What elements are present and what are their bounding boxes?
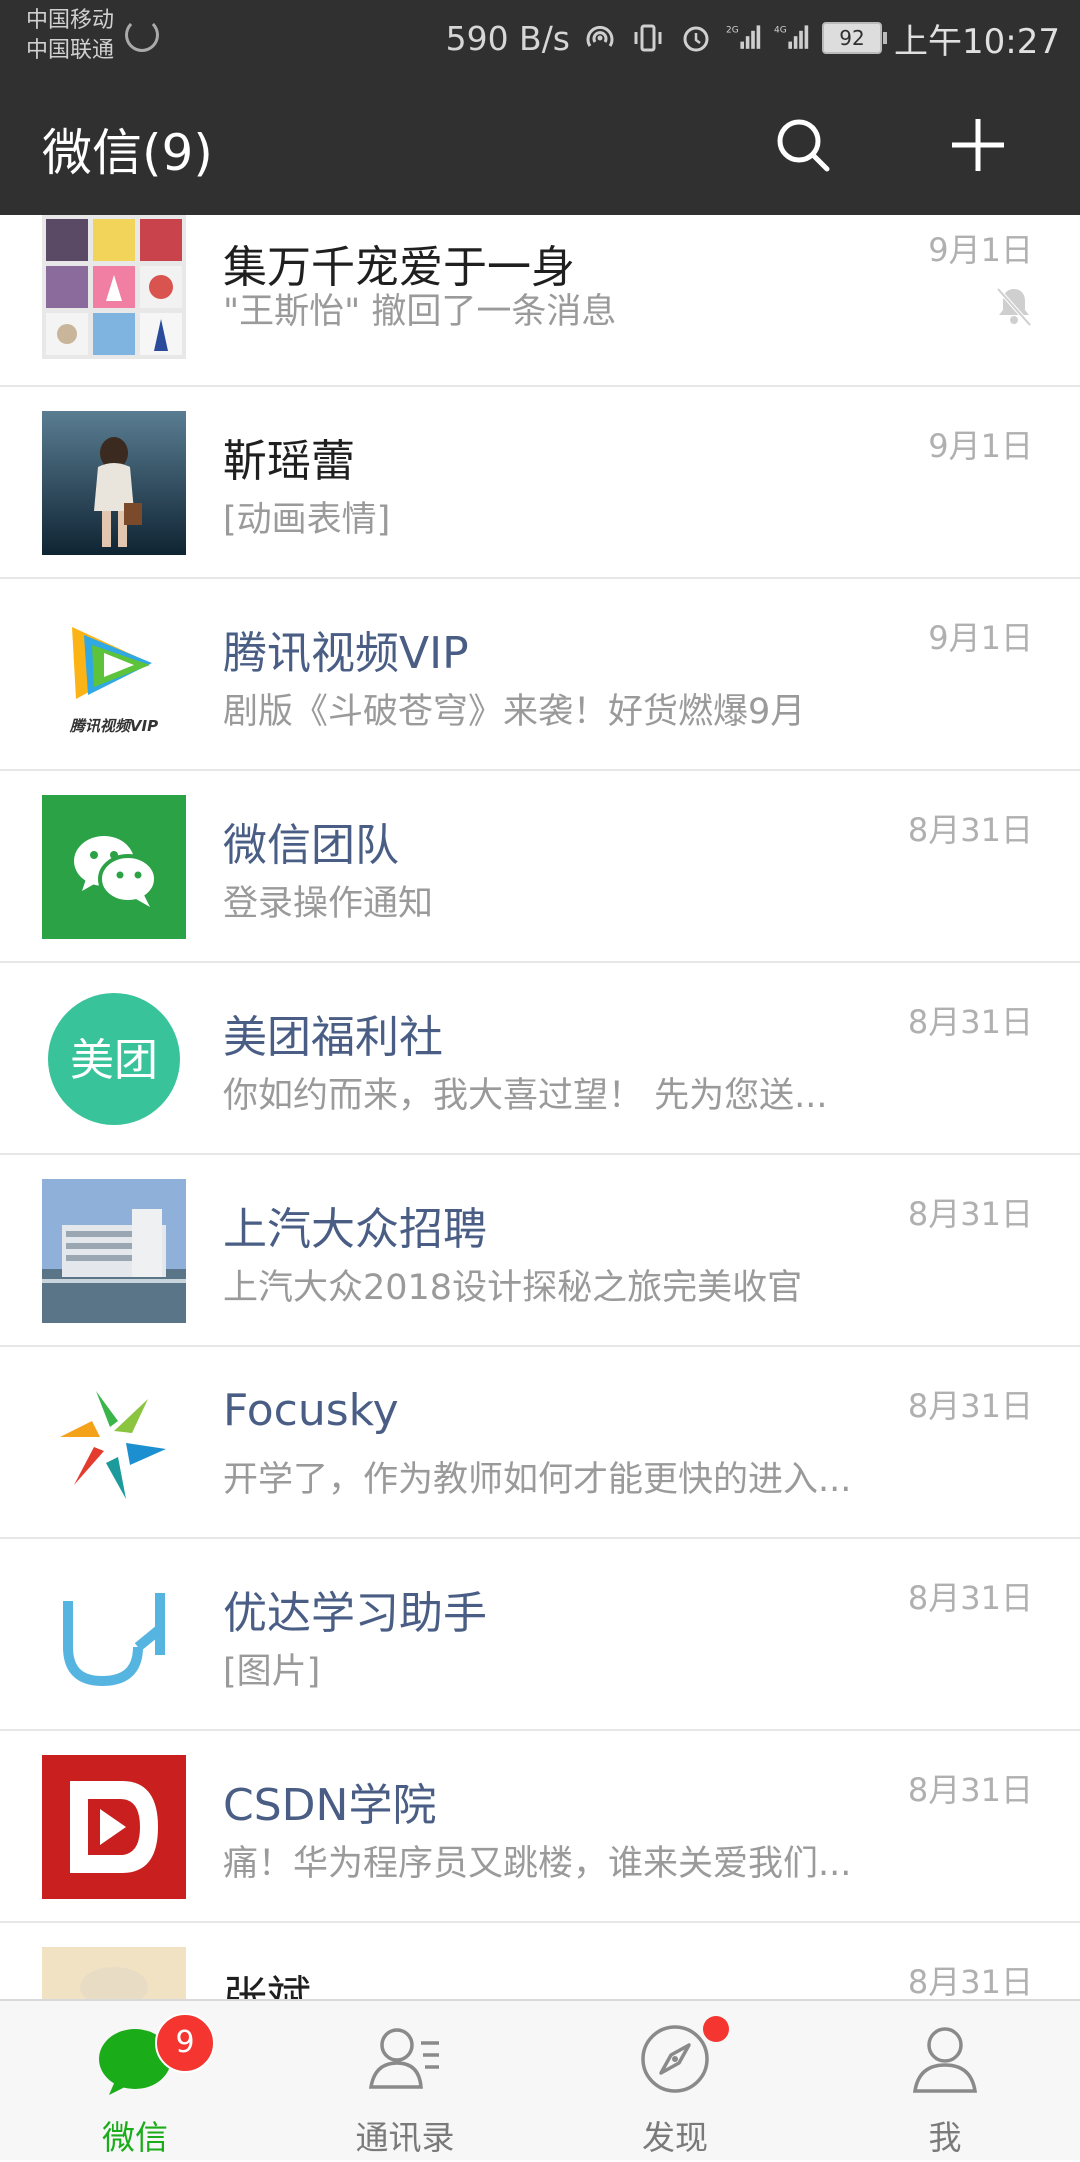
avatar: 腾讯视频VIP (42, 603, 186, 747)
tab-label: 微信 (102, 2118, 168, 2157)
chat-preview: [动画表情] (223, 500, 391, 540)
search-icon (777, 119, 830, 172)
chat-time: 8月31日 (907, 1195, 1033, 1233)
clock: 上午10:27 (894, 21, 1060, 62)
app-header: 微信(9) (0, 75, 1080, 215)
chat-name: 腾讯视频VIP (223, 628, 469, 679)
contacts-icon (368, 2028, 439, 2089)
svg-text:腾讯视频VIP: 腾讯视频VIP (69, 717, 158, 735)
tab-label: 通讯录 (355, 2118, 455, 2157)
signal-4g-icon: 4G (774, 20, 810, 56)
avatar (42, 215, 186, 359)
chat-item[interactable]: 优达学习助手 [图片] 8月31日 (0, 1539, 1080, 1731)
chat-preview: [图片] (223, 1652, 321, 1692)
chat-preview: 你如约而来，我大喜过望！ 先为您送... (223, 1076, 828, 1116)
hotspot-icon (582, 20, 618, 56)
carrier-1: 中国移动 (26, 8, 115, 33)
chat-preview: 剧版《斗破苍穹》来袭！好货燃爆9月 (223, 692, 806, 732)
mute-bell-icon (996, 287, 1032, 327)
search-button[interactable] (763, 105, 843, 185)
svg-text:美团: 美团 (70, 1035, 158, 1086)
chat-item[interactable]: Focusky 开学了，作为教师如何才能更快的进入... 8月31日 (0, 1347, 1080, 1539)
chat-time: 8月31日 (907, 1771, 1033, 1809)
avatar (42, 411, 186, 555)
chat-name: 张斌 (223, 1972, 311, 1999)
avatar: 美团 (42, 987, 186, 1131)
bottom-tab-bar: 9 微信 通讯录 发现 我 (0, 1999, 1080, 2160)
chat-item[interactable]: 集万千宠爱于一身 "王斯怡" 撤回了一条消息 9月1日 (0, 215, 1080, 387)
avatar (42, 1371, 186, 1515)
chat-item[interactable]: 张斌 8月31日 (0, 1923, 1080, 1999)
tab-wechat[interactable]: 9 微信 (0, 2001, 270, 2162)
carrier-2: 中国联通 (26, 38, 115, 63)
person-icon (912, 2027, 978, 2093)
unread-badge: 9 (155, 2013, 215, 2073)
chat-item[interactable]: CSDN学院 痛！华为程序员又跳楼，谁来关爱我们... 8月31日 (0, 1731, 1080, 1923)
chat-name: 优达学习助手 (223, 1588, 487, 1639)
chat-preview: 开学了，作为教师如何才能更快的进入... (223, 1460, 852, 1500)
chat-name: 上汽大众招聘 (223, 1204, 487, 1255)
page-title: 微信(9) (42, 124, 213, 182)
battery-indicator: 92 (822, 22, 888, 54)
chat-preview: 上汽大众2018设计探秘之旅完美收官 (223, 1268, 803, 1308)
avatar (42, 1947, 186, 1999)
alarm-icon (678, 20, 714, 56)
add-button[interactable] (938, 105, 1018, 185)
net-speed: 590 B/s (445, 18, 571, 58)
vibrate-icon (630, 20, 666, 56)
chat-time: 8月31日 (907, 1003, 1033, 1041)
chat-time: 8月31日 (907, 1963, 1033, 1999)
carrier-info: 中国移动 中国联通 (26, 6, 114, 66)
chat-item[interactable]: 美团 美团福利社 你如约而来，我大喜过望！ 先为您送... 8月31日 (0, 963, 1080, 1155)
status-bar: 中国移动 中国联通 590 B/s 2G 4G 92 上午10:27 (0, 0, 1080, 75)
avatar (42, 1179, 186, 1323)
loading-spinner-icon (125, 18, 159, 52)
avatar (42, 1755, 186, 1899)
chat-item[interactable]: 上汽大众招聘 上汽大众2018设计探秘之旅完美收官 8月31日 (0, 1155, 1080, 1347)
chat-name: Focusky (223, 1385, 399, 1436)
svg-text:4G: 4G (774, 26, 787, 36)
tab-label: 发现 (642, 2118, 708, 2157)
chat-time: 9月1日 (928, 427, 1033, 465)
tab-me[interactable]: 我 (810, 2001, 1080, 2162)
chat-time: 9月1日 (928, 231, 1033, 269)
chat-time: 9月1日 (928, 619, 1033, 657)
signal-2g-icon: 2G (726, 20, 762, 56)
chat-time: 8月31日 (907, 811, 1033, 849)
chat-name: CSDN学院 (223, 1780, 437, 1831)
chat-list[interactable]: 集万千宠爱于一身 "王斯怡" 撤回了一条消息 9月1日 靳瑶蕾 [动画表情] 9… (0, 215, 1080, 1999)
tab-contacts[interactable]: 通讯录 (270, 2001, 540, 2162)
chat-item[interactable]: 靳瑶蕾 [动画表情] 9月1日 (0, 387, 1080, 579)
chat-preview: 登录操作通知 (223, 884, 434, 924)
avatar (42, 795, 186, 939)
status-indicators: 590 B/s 2G 4G 92 上午10:27 (434, 16, 1060, 62)
new-content-dot (703, 2016, 729, 2042)
chat-time: 8月31日 (907, 1387, 1033, 1425)
avatar (42, 1563, 186, 1707)
tab-label: 我 (928, 2118, 962, 2157)
plus-icon (952, 119, 1004, 171)
tab-discover[interactable]: 发现 (540, 2001, 810, 2162)
chat-preview: 痛！华为程序员又跳楼，谁来关爱我们... (223, 1844, 852, 1884)
chat-name: 美团福利社 (223, 1012, 443, 1063)
chat-item[interactable]: 微信团队 登录操作通知 8月31日 (0, 771, 1080, 963)
chat-preview: "王斯怡" 撤回了一条消息 (223, 292, 617, 332)
chat-time: 8月31日 (907, 1579, 1033, 1617)
chat-name: 微信团队 (223, 820, 399, 871)
chat-name: 靳瑶蕾 (223, 436, 355, 487)
svg-text:2G: 2G (726, 26, 739, 36)
chat-item[interactable]: 腾讯视频VIP 腾讯视频VIP 剧版《斗破苍穹》来袭！好货燃爆9月 9月1日 (0, 579, 1080, 771)
